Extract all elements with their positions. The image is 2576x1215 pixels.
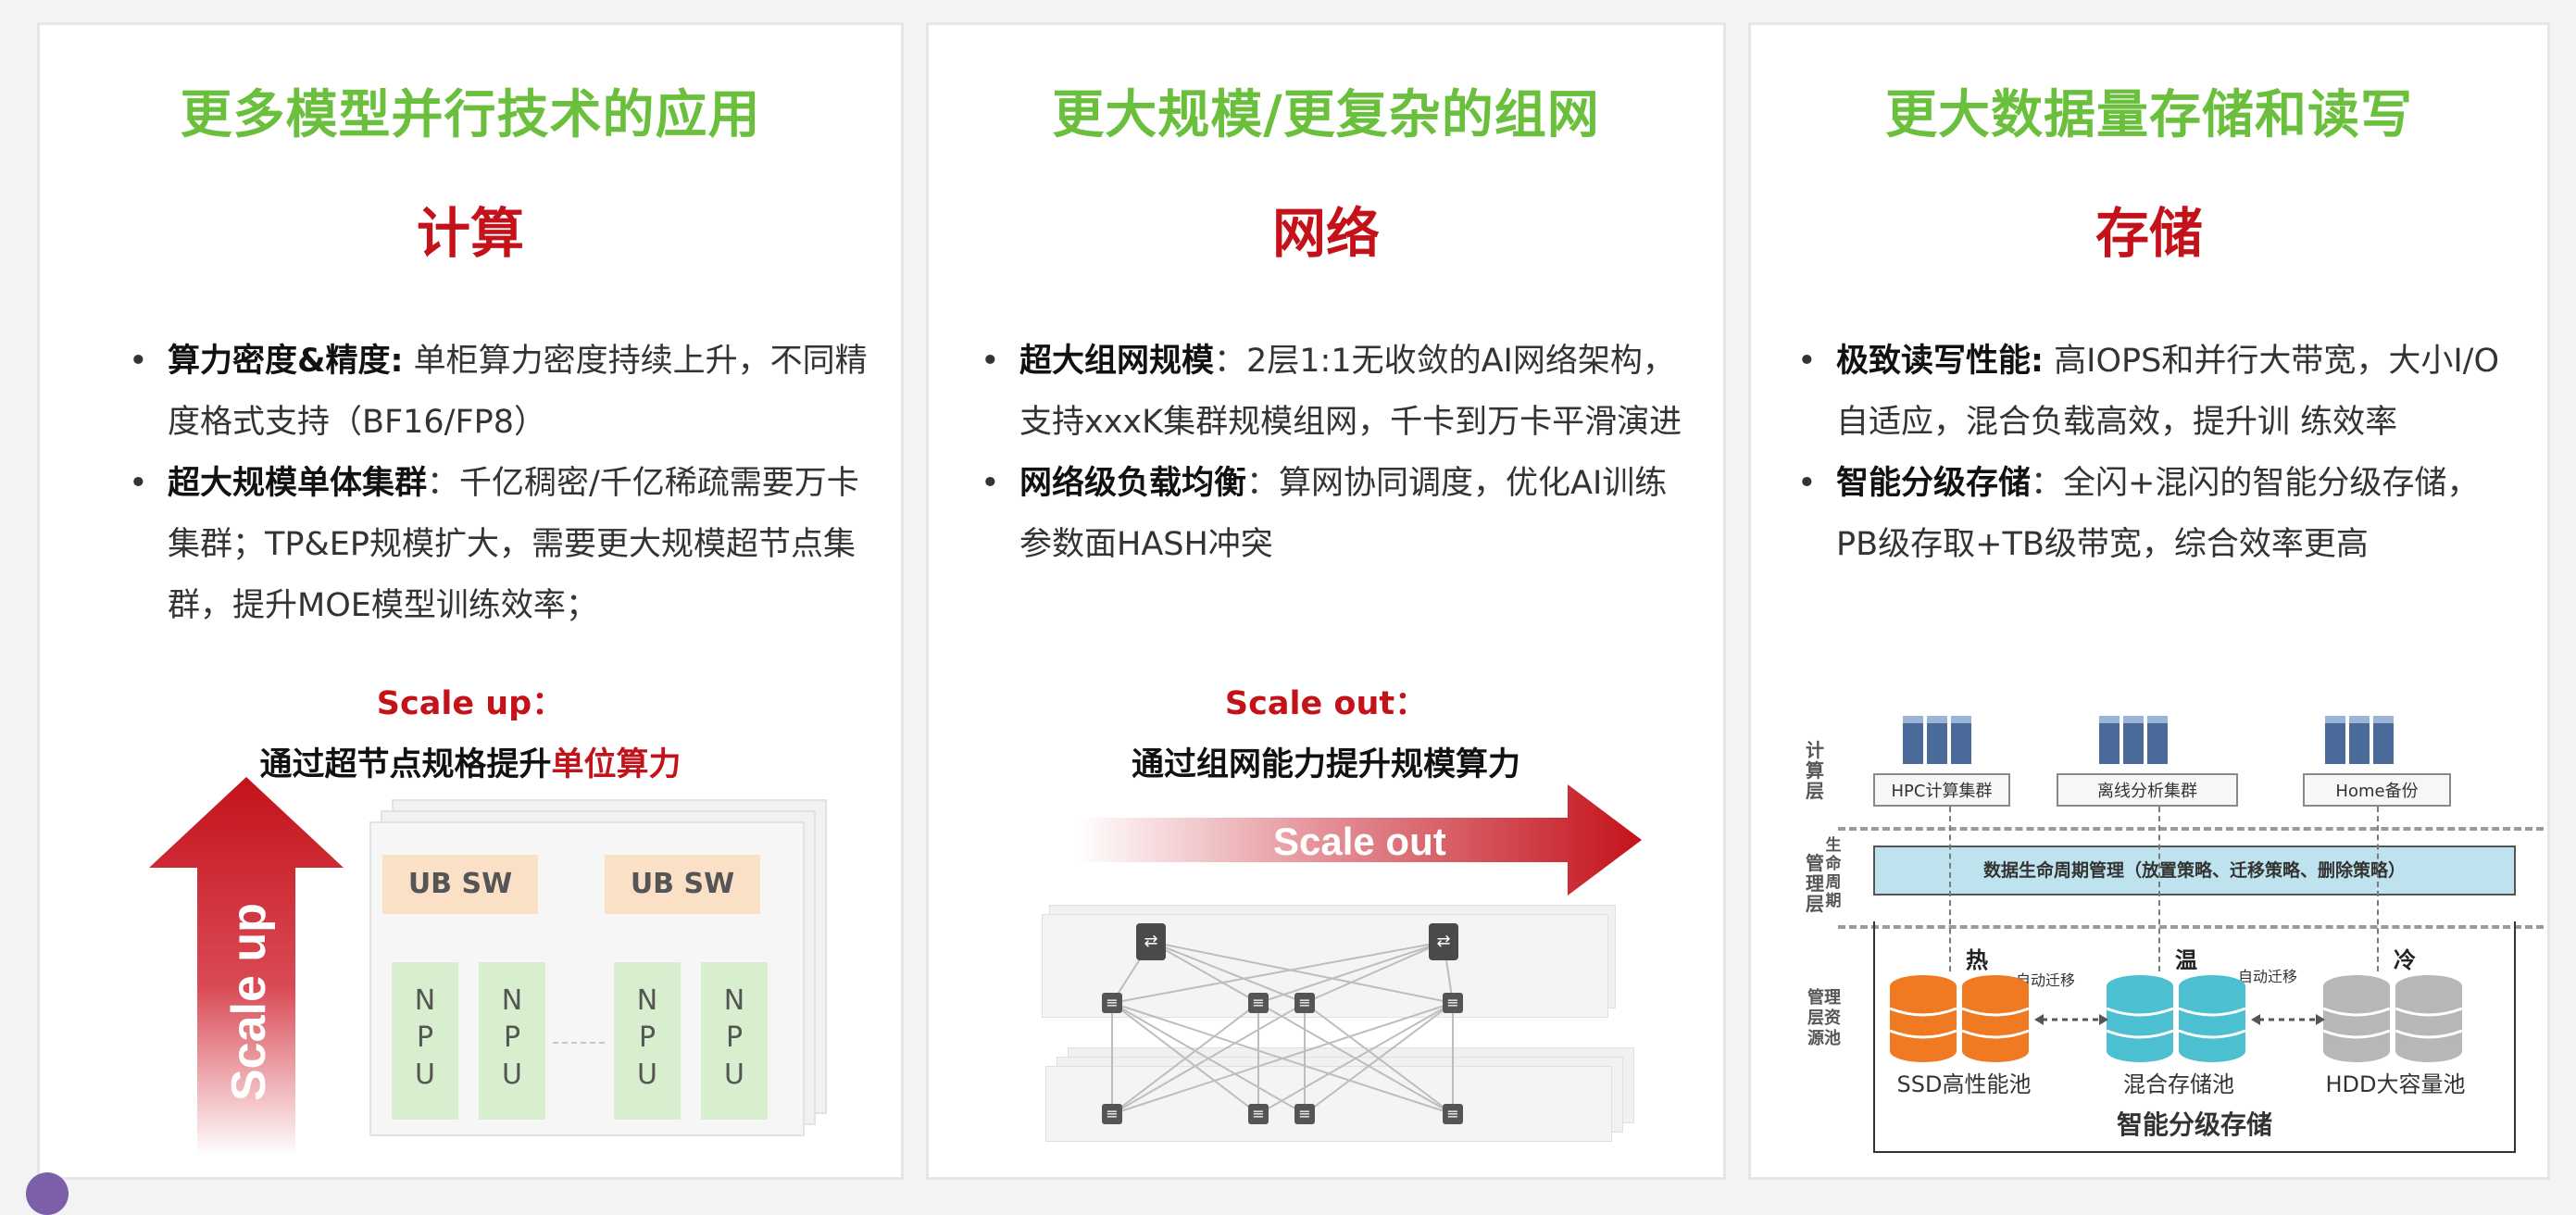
server-rack-icon	[1903, 716, 1971, 764]
layer-divider	[1838, 827, 2544, 831]
tor-switch-icon: ≡	[1294, 1104, 1315, 1124]
board-front: UB SW UB SW NPU NPU NPU NPU	[369, 821, 805, 1136]
leaf-switch-icon: ≡	[1294, 993, 1315, 1013]
ssd-disk-icon	[1889, 975, 2030, 1062]
layer-label-lifecycle: 生命周期	[1825, 836, 1842, 910]
network-category: 网络	[1271, 202, 1380, 265]
scale-up-arrow: Scale up	[149, 777, 344, 1157]
tor-switch-icon: ≡	[1443, 1104, 1463, 1124]
pool-title: 智能分级存储	[2116, 1109, 2272, 1140]
layer-label-pool: 管理层资源池	[1807, 988, 1841, 1048]
scale-out-subtitle: 通过组网能力提升规模算力	[1131, 746, 1520, 783]
server-hpc: HPC计算集群	[1873, 773, 2010, 807]
scale-out-arrow: Scale out	[1077, 784, 1642, 896]
bullet-bold: 算力密度&精度:	[168, 343, 404, 380]
bullet-bold: 智能分级存储	[1836, 465, 2032, 502]
server-offline: 离线分析集群	[2057, 773, 2238, 807]
pool-hybrid-label: 混合存储池	[2123, 1071, 2234, 1097]
compute-category: 计算	[416, 202, 524, 265]
ub-switch: UB SW	[605, 855, 760, 914]
tor-switch-icon: ≡	[1248, 1104, 1269, 1124]
pool-ssd-label: SSD高性能池	[1896, 1071, 2032, 1097]
spine-switch-icon: ⇄	[1429, 923, 1458, 960]
bullet-item: 超大规模单体集群：千亿稠密/千亿稀疏需要万卡集群；TP&EP规模扩大，需要更大规…	[129, 453, 869, 636]
network-headline: 更大规模/更复杂的组网	[1052, 85, 1600, 145]
scale-out-title: Scale out：	[1224, 685, 1428, 722]
lifecycle-bar: 数据生命周期管理（放置策略、迁移策略、删除策略）	[1873, 845, 2516, 896]
bullet-item: 超大组网规模：2层1:1无收敛的AI网络架构，支持xxxK集群规模组网，千卡到万…	[981, 331, 1694, 453]
bullet-item: 极致读写性能: 高IOPS和并行大带宽，大小I/O自适应，混合负载高效，提升训 …	[1797, 331, 2520, 453]
npu-card: NPU	[614, 962, 681, 1120]
bullet-item: 算力密度&精度: 单柜算力密度持续上升，不同精度格式支持（BF16/FP8）	[129, 331, 869, 453]
scale-up-title: Scale up：	[376, 685, 565, 722]
server-rack-icon	[2099, 716, 2168, 764]
layer-label-compute: 计算层	[1806, 739, 1824, 802]
ub-switch: UB SW	[382, 855, 538, 914]
network-links	[1111, 941, 1454, 1115]
storage-headline: 更大数据量存储和读写	[1885, 85, 2413, 145]
tor-switch-icon: ≡	[1102, 1104, 1122, 1124]
pool-hdd-label: HDD大容量池	[2325, 1071, 2466, 1097]
migration-arrow-icon	[2251, 1014, 2325, 1025]
server-backup: Home备份	[2303, 773, 2451, 807]
storage-panel: 更大数据量存储和读写 存储 极致读写性能: 高IOPS和并行大带宽，大小I/O自…	[1748, 22, 2550, 1180]
bullet-item: 网络级负载均衡：算网协同调度，优化AI训练参数面HASH冲突	[981, 453, 1694, 575]
storage-bullets: 极致读写性能: 高IOPS和并行大带宽，大小I/O自适应，混合负载高效，提升训 …	[1797, 331, 2520, 575]
leaf-switch-icon: ≡	[1248, 993, 1269, 1013]
hybrid-disk-icon	[2106, 975, 2246, 1062]
npu-link	[553, 1042, 605, 1044]
compute-headline: 更多模型并行技术的应用	[180, 85, 761, 145]
bullet-bold: 超大规模单体集群	[168, 465, 428, 502]
bullet-bold: 超大组网规模	[1019, 343, 1215, 380]
bullet-bold: 网络级负载均衡	[1019, 465, 1247, 502]
logo-circle-icon	[26, 1172, 69, 1215]
network-bullets: 超大组网规模：2层1:1无收敛的AI网络架构，支持xxxK集群规模组网，千卡到万…	[981, 331, 1694, 575]
npu-card: NPU	[701, 962, 768, 1120]
hdd-disk-icon	[2322, 975, 2463, 1062]
npu-card: NPU	[392, 962, 458, 1120]
network-panel: 更大规模/更复杂的组网 网络 超大组网规模：2层1:1无收敛的AI网络架构，支持…	[926, 22, 1726, 1180]
storage-category: 存储	[2095, 202, 2203, 265]
scale-up-arrow-label: Scale up	[222, 903, 276, 1101]
leaf-switch-icon: ≡	[1102, 993, 1122, 1013]
bullet-item: 智能分级存储：全闪+混闪的智能分级存储，PB级存取+TB级带宽，综合效率更高	[1797, 453, 2520, 575]
scale-out-arrow-label: Scale out	[1273, 820, 1446, 863]
scale-up-highlight: 单位算力	[551, 746, 682, 783]
spine-switch-icon: ⇄	[1136, 923, 1166, 960]
npu-card: NPU	[479, 962, 545, 1120]
migration-arrow-icon	[2034, 1014, 2108, 1025]
compute-bullets: 算力密度&精度: 单柜算力密度持续上升，不同精度格式支持（BF16/FP8） 超…	[129, 331, 869, 636]
bullet-bold: 极致读写性能:	[1836, 343, 2044, 380]
server-rack-icon	[2325, 716, 2394, 764]
leaf-switch-icon: ≡	[1443, 993, 1463, 1013]
compute-panel: 更多模型并行技术的应用 计算 算力密度&精度: 单柜算力密度持续上升，不同精度格…	[37, 22, 904, 1180]
